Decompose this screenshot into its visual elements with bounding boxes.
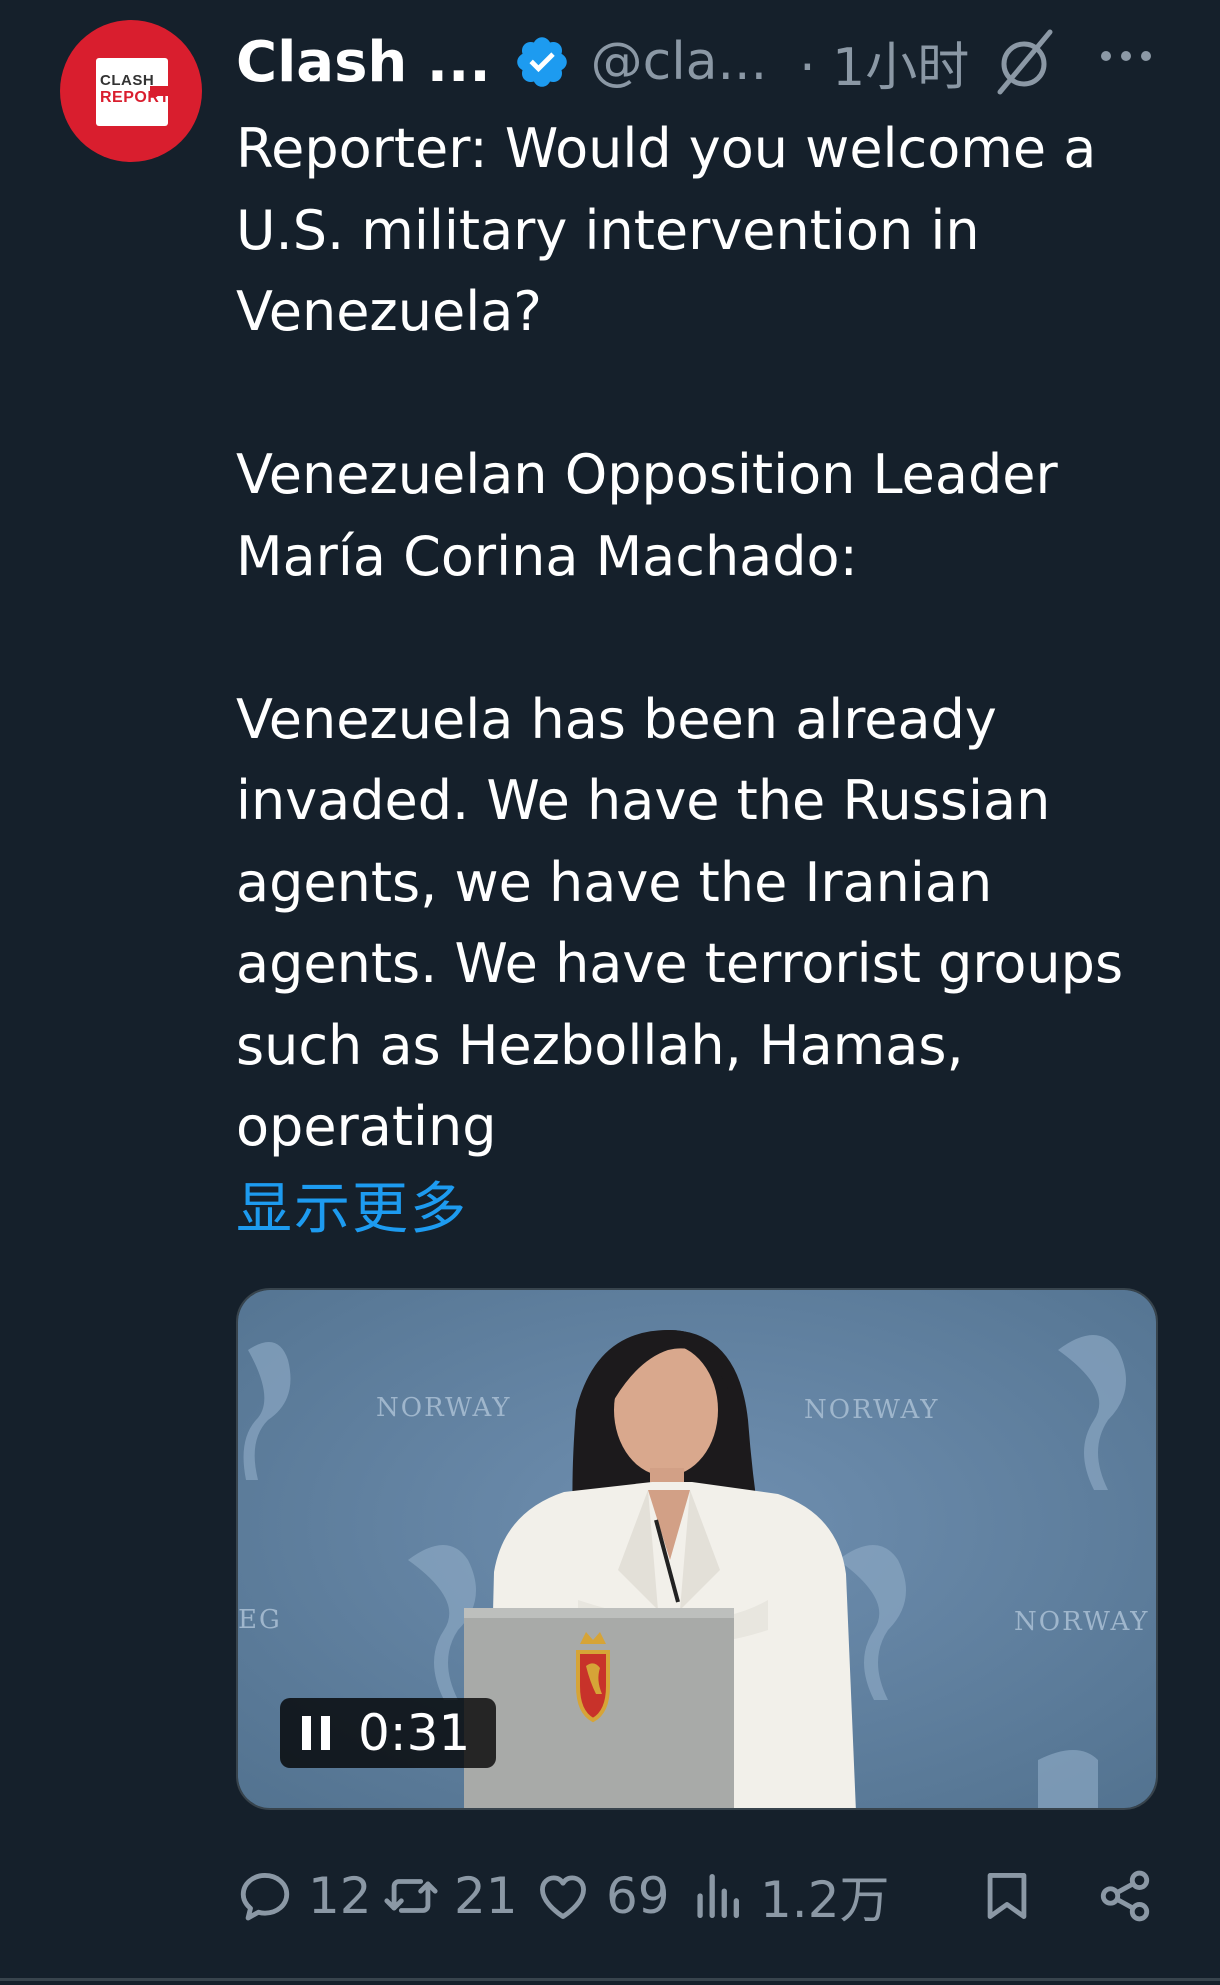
tweet-paragraph: Venezuelan Opposition Leader María Corin…	[236, 443, 1058, 588]
grok-icon[interactable]	[990, 26, 1060, 96]
reply-icon	[240, 1873, 290, 1921]
video-duration: 0:31	[358, 1704, 471, 1762]
timestamp[interactable]: · 1小时	[799, 25, 969, 100]
bookmark-button[interactable]	[978, 1860, 1036, 1932]
tweet-paragraph: Reporter: Would you welcome a U.S. milit…	[236, 117, 1097, 343]
backdrop-text: NORWAY	[376, 1393, 511, 1423]
repost-icon	[384, 1879, 438, 1913]
share-button[interactable]	[1096, 1860, 1154, 1932]
tweet-paragraph: Venezuela has been already invaded. We h…	[236, 687, 1124, 1159]
author-name[interactable]: Clash ...	[236, 30, 491, 95]
reply-button[interactable]: 12	[236, 1860, 372, 1932]
more-options-icon[interactable]	[1098, 46, 1154, 66]
avatar-logo-clash: CLASH	[100, 72, 155, 89]
author-handle[interactable]: @cla...	[591, 32, 768, 92]
repost-button[interactable]: 21	[382, 1860, 518, 1932]
like-button[interactable]: 69	[534, 1860, 670, 1932]
video-controls: 0:31	[280, 1698, 496, 1768]
verified-badge-icon	[516, 37, 567, 87]
avatar-logo: CLASH REPORT	[96, 58, 176, 126]
share-icon	[1100, 1870, 1150, 1922]
reply-count: 12	[308, 1867, 372, 1925]
action-bar: 12 21 69 1.2万	[236, 1860, 1156, 1932]
tweet-text: Reporter: Would you welcome a U.S. milit…	[236, 108, 1156, 1168]
pause-icon[interactable]	[300, 1714, 332, 1752]
views-count: 1.2万	[760, 1871, 890, 1929]
repost-count: 21	[454, 1867, 518, 1925]
tweet-header: Clash ... @cla... · 1小时	[236, 24, 969, 100]
divider	[0, 1978, 1220, 1981]
backdrop-text: NORWAY	[1014, 1607, 1149, 1637]
views-button[interactable]: 1.2万	[688, 1860, 890, 1932]
bookmark-icon	[987, 1873, 1027, 1919]
show-more-link[interactable]: 显示更多	[236, 1164, 468, 1245]
like-count: 69	[606, 1867, 670, 1925]
backdrop-text: EG	[238, 1605, 282, 1635]
video-player[interactable]: NORWAY NORWAY NORWAY EG 0:31	[236, 1288, 1158, 1810]
tweet[interactable]: CLASH REPORT Clash ... @cla... · 1小时 Rep…	[0, 0, 1220, 1985]
views-icon	[697, 1874, 739, 1918]
heart-icon	[540, 1875, 586, 1919]
avatar[interactable]: CLASH REPORT	[60, 20, 202, 162]
backdrop-text: NORWAY	[804, 1395, 939, 1425]
avatar-logo-notch	[150, 86, 176, 96]
